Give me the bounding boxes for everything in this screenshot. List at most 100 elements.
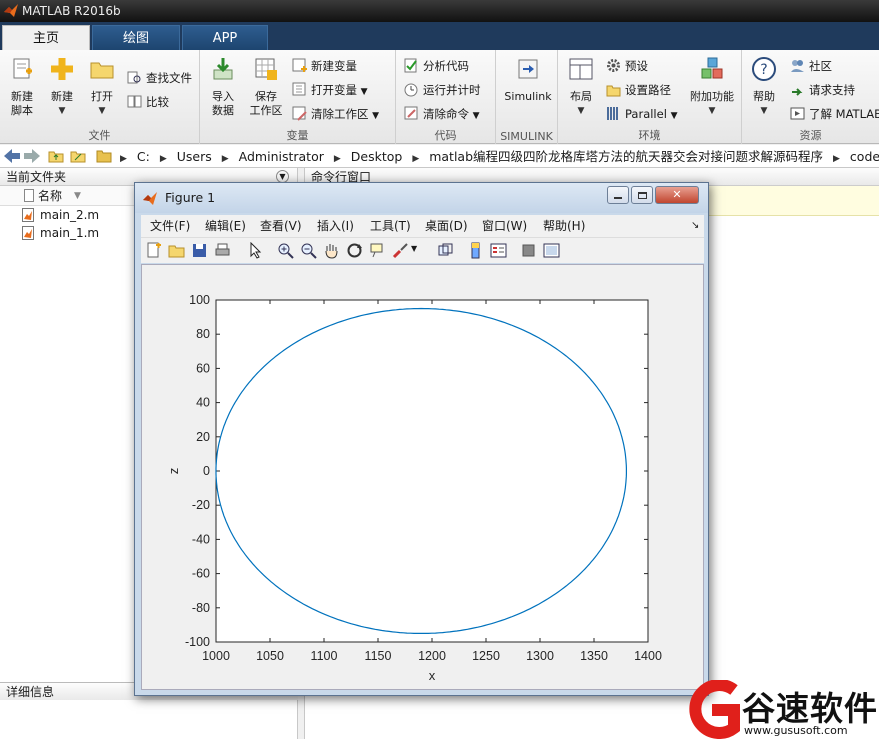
open-variable-button[interactable]: 打开变量 ▼ [292,80,368,100]
new-button[interactable]: 新建 ▼ [44,56,80,118]
find-files-button[interactable]: 查找文件 [127,68,192,88]
folder-open-icon [90,62,114,79]
breadcrumb-item[interactable]: Administrator [239,149,324,164]
environment-group-label: 环境 [638,129,661,142]
link-plot-icon[interactable] [437,242,454,259]
y-tick-label: -100 [185,635,210,649]
colorbar-icon[interactable] [467,242,484,259]
figure-menu-bar: 文件(F) 编辑(E) 查看(V) 插入(I) 工具(T) 桌面(D) 窗口(W… [141,215,704,237]
new-variable-button[interactable]: 新建变量 [292,56,357,76]
help-button[interactable]: ? 帮助 ▼ [748,56,780,118]
y-tick-label: -20 [192,498,210,512]
back-arrow-icon[interactable] [4,145,20,168]
breadcrumb-item[interactable]: matlab编程四级四阶龙格库塔方法的航天器交会对接问题求解源码程序 [429,149,823,164]
minimize-button[interactable] [607,186,629,204]
breadcrumb-item[interactable]: Users [177,149,212,164]
ribbon-group-simulink: Simulink SIMULINK [496,50,558,144]
set-path-button[interactable]: 设置路径 [606,80,671,100]
svg-text:?: ? [760,62,767,78]
up-folder-icon[interactable] [48,145,64,168]
open-file-icon[interactable] [168,242,185,259]
pan-hand-icon[interactable] [323,242,340,259]
clear-workspace-label: 清除工作区 [311,107,369,121]
brush-icon[interactable] [392,242,409,259]
open-variable-icon [292,82,306,96]
folder-icon [96,145,112,168]
code-group-label: 代码 [434,129,457,142]
save-disk-icon[interactable] [191,242,208,259]
breadcrumb-item[interactable]: code [850,149,879,164]
app-title-bar: MATLAB R2016b [0,0,879,22]
figure-canvas[interactable]: 1000 1050 1100 1150 1200 1250 1300 1350 1400 -100… [141,264,704,690]
addons-label: 附加功能 [690,90,734,103]
pointer-arrow-icon[interactable] [247,242,264,259]
analyze-code-label: 分析代码 [423,59,469,73]
close-button[interactable]: ✕ [655,186,699,204]
community-button[interactable]: 社区 [790,56,832,76]
menu-tools[interactable]: 工具(T) [370,215,411,237]
clear-commands-button[interactable]: 清除命令 ▼ [404,104,480,124]
brush-dropdown-icon[interactable]: ▼ [411,244,417,253]
y-tick-label: -80 [192,601,210,615]
help-dropdown-icon: ▼ [760,106,768,116]
addons-cubes-icon [701,57,723,79]
breadcrumb-item[interactable]: Desktop [351,149,403,164]
compare-icon [127,95,142,108]
data-cursor-icon[interactable] [369,242,386,259]
print-icon[interactable] [214,242,231,259]
axes-plot[interactable]: 1000 1050 1100 1150 1200 1250 1300 1350 1400-100… [142,265,703,689]
figure-title-bar[interactable]: Figure 1 ✕ [135,183,708,213]
tab-apps[interactable]: APP [182,25,268,50]
new-figure-icon[interactable] [145,242,162,259]
browse-folder-icon[interactable] [70,145,86,168]
open-button[interactable]: 打开 ▼ [84,56,120,118]
save-workspace-button[interactable]: 保存 工作区 [246,56,286,118]
details-title: 详细信息 [6,685,55,699]
simulink-button[interactable]: Simulink [502,56,554,104]
import-data-button[interactable]: 导入 数据 [206,56,240,118]
breadcrumb-separator-icon: ▶ [221,154,229,164]
rotate-3d-icon[interactable] [346,242,363,259]
menu-help[interactable]: 帮助(H) [543,215,585,237]
breadcrumb-separator-icon: ▶ [120,154,127,164]
menu-edit[interactable]: 编辑(E) [205,215,246,237]
hide-plot-tools-icon[interactable] [520,242,537,259]
layout-button[interactable]: 布局 ▼ [564,56,598,118]
menu-view[interactable]: 查看(V) [260,215,302,237]
new-script-button[interactable]: 新建 脚本 [4,56,40,118]
analyze-code-button[interactable]: 分析代码 [404,56,469,76]
zoom-out-icon[interactable] [300,242,317,259]
menu-file[interactable]: 文件(F) [150,215,190,237]
file-name: main_2.m [40,208,100,222]
preferences-button[interactable]: 预设 [606,56,648,76]
maximize-button[interactable] [631,186,653,204]
zoom-in-icon[interactable] [277,242,294,259]
x-axis-label: x [429,668,436,683]
menu-desktop[interactable]: 桌面(D) [425,215,468,237]
watermark-logo: 谷速软件 www.gususoft.com [676,680,879,739]
tab-home[interactable]: 主页 [2,25,90,50]
legend-icon[interactable] [490,242,507,259]
run-and-time-button[interactable]: 运行并计时 [404,80,481,100]
save-workspace-icon [255,58,277,80]
breadcrumb-item[interactable]: C: [137,149,150,164]
layout-dropdown-icon: ▼ [577,106,585,116]
file-group-label: 文件 [88,129,111,142]
menu-insert[interactable]: 插入(I) [317,215,354,237]
clear-workspace-button[interactable]: 清除工作区 ▼ [292,104,379,124]
new-script-icon [13,58,32,79]
compare-button[interactable]: 比较 [127,92,169,112]
tab-plots[interactable]: 绘图 [92,25,180,50]
request-support-button[interactable]: 请求支持 [790,80,855,100]
forward-arrow-icon[interactable] [24,145,40,168]
learn-matlab-button[interactable]: 了解 MATLAB [790,104,879,124]
parallel-button[interactable]: Parallel ▼ [606,104,677,124]
menu-dock-arrow-icon[interactable]: ↘ [691,215,699,237]
show-plot-tools-icon[interactable] [543,242,560,259]
ribbon-group-code: 分析代码 运行并计时 清除命令 ▼ 代码 [396,50,496,144]
addons-button[interactable]: 附加功能 ▼ [686,56,738,118]
parallel-dropdown-icon: ▼ [670,111,678,121]
menu-window[interactable]: 窗口(W) [482,215,527,237]
x-tick-label: 1000 [202,649,230,663]
analyze-code-icon [404,58,417,73]
